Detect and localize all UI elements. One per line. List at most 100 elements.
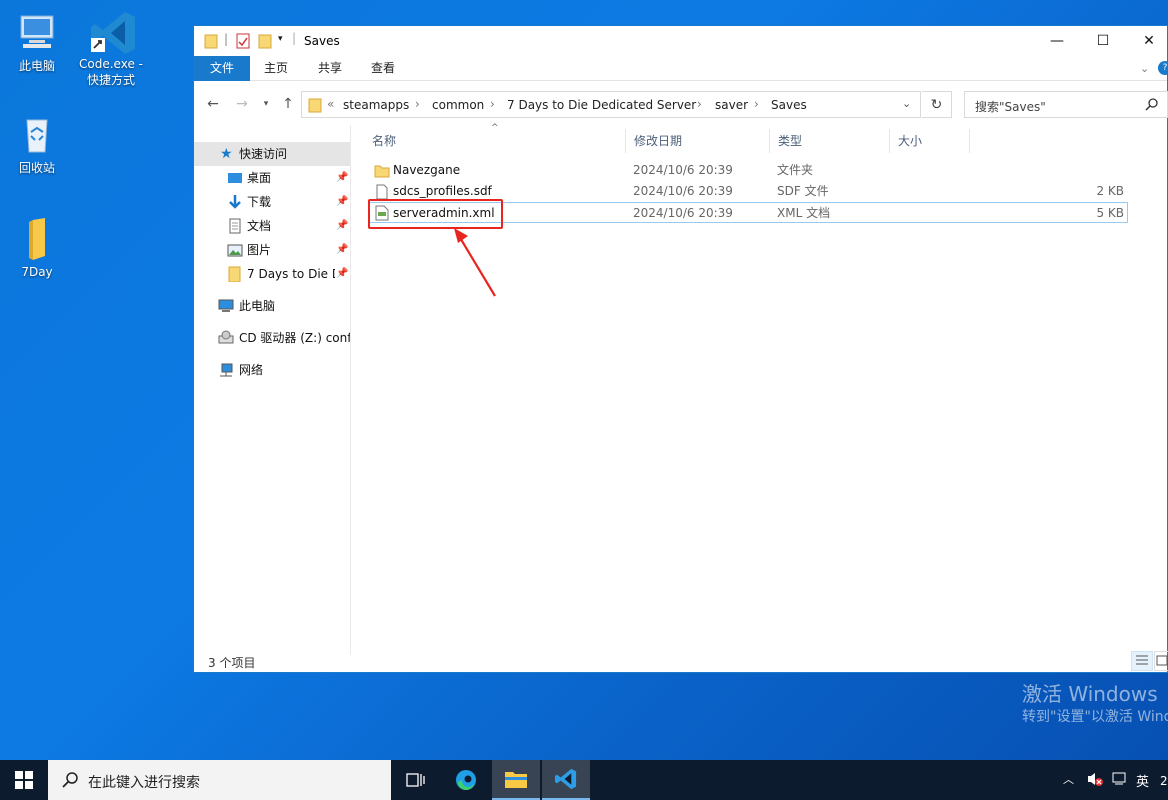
sidebar-item-quick-access[interactable]: ★ 快速访问 [194, 142, 350, 166]
folder-icon [227, 266, 243, 283]
file-size: 5 KB [1096, 206, 1124, 220]
desktop-icon-code[interactable]: Code.exe - 快捷方式 [76, 8, 146, 88]
start-button[interactable] [0, 760, 48, 800]
search-icon [1145, 97, 1159, 114]
sidebar-item-this-pc[interactable]: 此电脑 [194, 294, 350, 318]
sidebar-item-label: 图片 [247, 243, 272, 257]
sidebar-item-cd-drive[interactable]: CD 驱动器 (Z:) confi [194, 326, 350, 350]
address-dropdown-chevron-icon[interactable]: ⌄ [902, 97, 911, 110]
taskbar-search-box[interactable]: 在此键入进行搜索 [48, 760, 391, 800]
task-view-button[interactable] [392, 760, 440, 800]
file-explorer-window: | ▾ | Saves — ☐ ✕ 文件 主页 共享 查看 ⌄ ? ← → ▾ … [193, 25, 1168, 673]
details-view-button[interactable] [1131, 651, 1153, 671]
new-folder-icon[interactable] [258, 33, 272, 49]
folder-icon [374, 163, 390, 179]
breadcrumb-saves[interactable]: Saves [771, 98, 807, 112]
navigation-bar: ← → ▾ ↑ « steamapps › common › 7 Days to… [194, 88, 1168, 120]
volume-muted-icon[interactable] [1086, 771, 1104, 791]
show-hidden-icons-chevron-icon[interactable]: ︿ [1063, 771, 1074, 787]
tab-file[interactable]: 文件 [194, 56, 250, 81]
maximize-button[interactable]: ☐ [1080, 26, 1126, 56]
up-arrow-icon[interactable]: ↑ [278, 94, 298, 114]
pin-icon: 📌 [336, 196, 349, 207]
sidebar-item-7-days-folder[interactable]: 7 Days to Die D 📌 [194, 262, 350, 286]
column-header-type[interactable]: 类型 [770, 129, 890, 153]
expand-ribbon-icon[interactable]: ⌄ [1140, 62, 1149, 75]
file-explorer-button[interactable] [492, 760, 540, 800]
column-header-date[interactable]: 修改日期 [626, 129, 770, 153]
sidebar-item-label: 快速访问 [239, 147, 288, 161]
sidebar-item-downloads[interactable]: 下载 📌 [194, 190, 350, 214]
computer-icon [15, 10, 59, 54]
file-name: Navezgane [393, 163, 461, 177]
sidebar-item-documents[interactable]: 文档 📌 [194, 214, 350, 238]
desktop-icon [227, 170, 243, 186]
desktop-icon-7day[interactable]: 7Day [2, 216, 72, 280]
breadcrumb-separator: › [754, 97, 759, 111]
divider: | [224, 32, 229, 46]
properties-icon[interactable] [236, 33, 250, 49]
file-type: XML 文档 [777, 206, 831, 220]
desktop-icon-recycle-bin[interactable]: 回收站 [2, 112, 72, 176]
breadcrumb-7dtd-server[interactable]: 7 Days to Die Dedicated Server [507, 98, 696, 112]
taskbar-search-placeholder: 在此键入进行搜索 [88, 775, 200, 791]
pin-icon: 📌 [336, 220, 349, 231]
vscode-button[interactable] [542, 760, 590, 800]
window-title: Saves [304, 34, 340, 48]
breadcrumb-saver[interactable]: saver [715, 98, 748, 112]
large-icons-view-button[interactable] [1154, 651, 1168, 671]
column-header-name[interactable]: 名称 [364, 129, 626, 153]
desktop-icon-this-pc[interactable]: 此电脑 [2, 10, 72, 74]
desktop-icon-label: 7Day [21, 265, 53, 279]
minimize-button[interactable]: — [1034, 26, 1080, 56]
file-date: 2024/10/6 20:39 [633, 184, 733, 198]
search-icon [62, 771, 80, 792]
help-icon[interactable]: ? [1158, 61, 1168, 75]
address-bar[interactable]: « steamapps › common › 7 Days to Die Ded… [301, 91, 921, 118]
forward-arrow-icon[interactable]: → [232, 94, 252, 114]
folder-icon [308, 97, 322, 116]
folder-icon [15, 216, 59, 260]
pin-icon: 📌 [336, 172, 349, 183]
customize-quick-access-icon[interactable]: ▾ [278, 34, 283, 50]
breadcrumb-overflow[interactable]: « [327, 97, 334, 111]
file-row-navezgane[interactable]: Navezgane 2024/10/6 20:39 文件夹 [368, 160, 1128, 181]
tab-share[interactable]: 共享 [308, 56, 352, 81]
status-bar-item-count: 3 个项目 [208, 656, 256, 670]
sidebar-item-network[interactable]: 网络 [194, 358, 350, 382]
clock[interactable]: 2 [1160, 774, 1168, 788]
recent-locations-chevron-icon[interactable]: ▾ [256, 94, 276, 114]
close-button[interactable]: ✕ [1126, 26, 1168, 56]
edge-button[interactable] [442, 760, 490, 800]
ime-mode-icon[interactable] [1112, 771, 1128, 791]
refresh-button[interactable]: ↻ [922, 91, 952, 118]
desktop-icon-label: 此电脑 [18, 59, 55, 73]
windows-logo-icon [15, 771, 33, 789]
divider: | [292, 31, 297, 45]
back-arrow-icon[interactable]: ← [203, 94, 223, 114]
search-input[interactable]: 搜索"Saves" [964, 91, 1168, 118]
column-header-size[interactable]: 大小 [890, 129, 970, 153]
sidebar-item-label: 此电脑 [239, 299, 276, 313]
breadcrumb-common[interactable]: common [432, 98, 484, 112]
desktop-icon-label: Code.exe - 快捷方式 [79, 57, 143, 87]
red-arrow-annotation [454, 228, 496, 297]
input-language-indicator[interactable]: 英 [1136, 771, 1149, 790]
activation-watermark-title: 激活 Windows [1022, 682, 1158, 706]
sidebar-item-label: 桌面 [247, 171, 272, 185]
title-bar[interactable]: | ▾ | Saves — ☐ ✕ [194, 26, 1167, 56]
vscode-icon [89, 8, 135, 54]
tab-home[interactable]: 主页 [254, 56, 298, 81]
tab-view[interactable]: 查看 [361, 56, 405, 81]
sidebar-item-desktop[interactable]: 桌面 📌 [194, 166, 350, 190]
computer-icon [218, 298, 234, 314]
file-size: 2 KB [1096, 184, 1124, 198]
search-placeholder: 搜索"Saves" [975, 100, 1046, 114]
sidebar-item-pictures[interactable]: 图片 📌 [194, 238, 350, 262]
document-icon [227, 218, 243, 234]
breadcrumb-steamapps[interactable]: steamapps [343, 98, 409, 112]
sidebar-item-label: 文档 [247, 219, 272, 233]
sidebar-item-label: 7 Days to Die D [247, 267, 335, 281]
recycle-bin-icon [15, 112, 59, 156]
pin-icon: 📌 [336, 244, 349, 255]
